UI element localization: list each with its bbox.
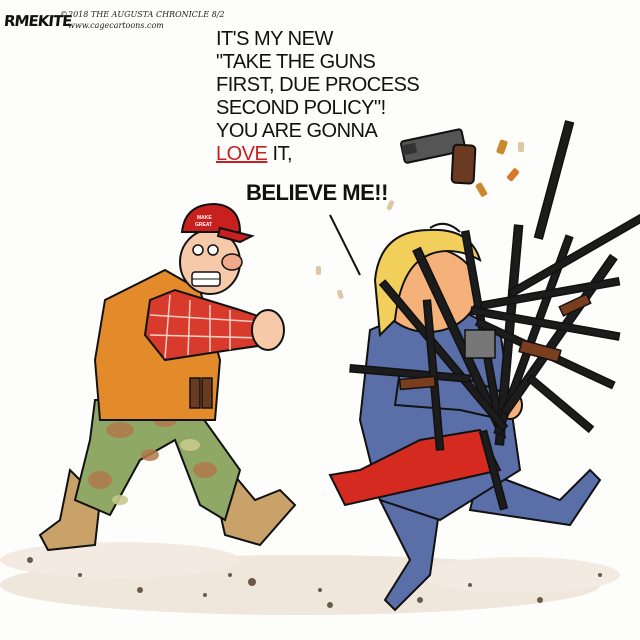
copyright-line: ©2018 THE AUGUSTA CHRONICLE 8/2 xyxy=(60,10,225,19)
speech-line-4: SECOND POLICY"! xyxy=(216,97,386,119)
running-man: MAKE GREAT xyxy=(38,202,297,552)
svg-text:MAKE: MAKE xyxy=(197,215,212,221)
cartoon-canvas: MAKE GREAT RMEKITE ©2018 THE AUGUSTA CHR… xyxy=(0,0,640,640)
speech-line-2: "TAKE THE GUNS xyxy=(216,51,376,73)
speech-tail xyxy=(329,214,361,276)
speech-line-7: BELIEVE ME!! xyxy=(246,180,388,205)
svg-text:GREAT: GREAT xyxy=(195,222,212,228)
speech-text: IT'S MY NEW "TAKE THE GUNS FIRST, DUE PR… xyxy=(216,28,420,166)
speech-line-5: YOU ARE GONNA xyxy=(216,120,378,142)
love-emphasis: LOVE xyxy=(216,143,268,165)
speech-line-1: IT'S MY NEW xyxy=(216,28,333,50)
website-line: www.cagecartoons.com xyxy=(68,21,164,30)
speech-line-6: LOVE IT, xyxy=(216,143,416,166)
ground-dust xyxy=(0,542,620,615)
running-politician xyxy=(328,222,602,612)
artist-credit: RMEKITE ©2018 THE AUGUSTA CHRONICLE 8/2 … xyxy=(3,10,224,40)
speech-line-3: FIRST, DUE PROCESS xyxy=(216,74,420,96)
speech-after-emphasis: IT, xyxy=(272,143,293,165)
